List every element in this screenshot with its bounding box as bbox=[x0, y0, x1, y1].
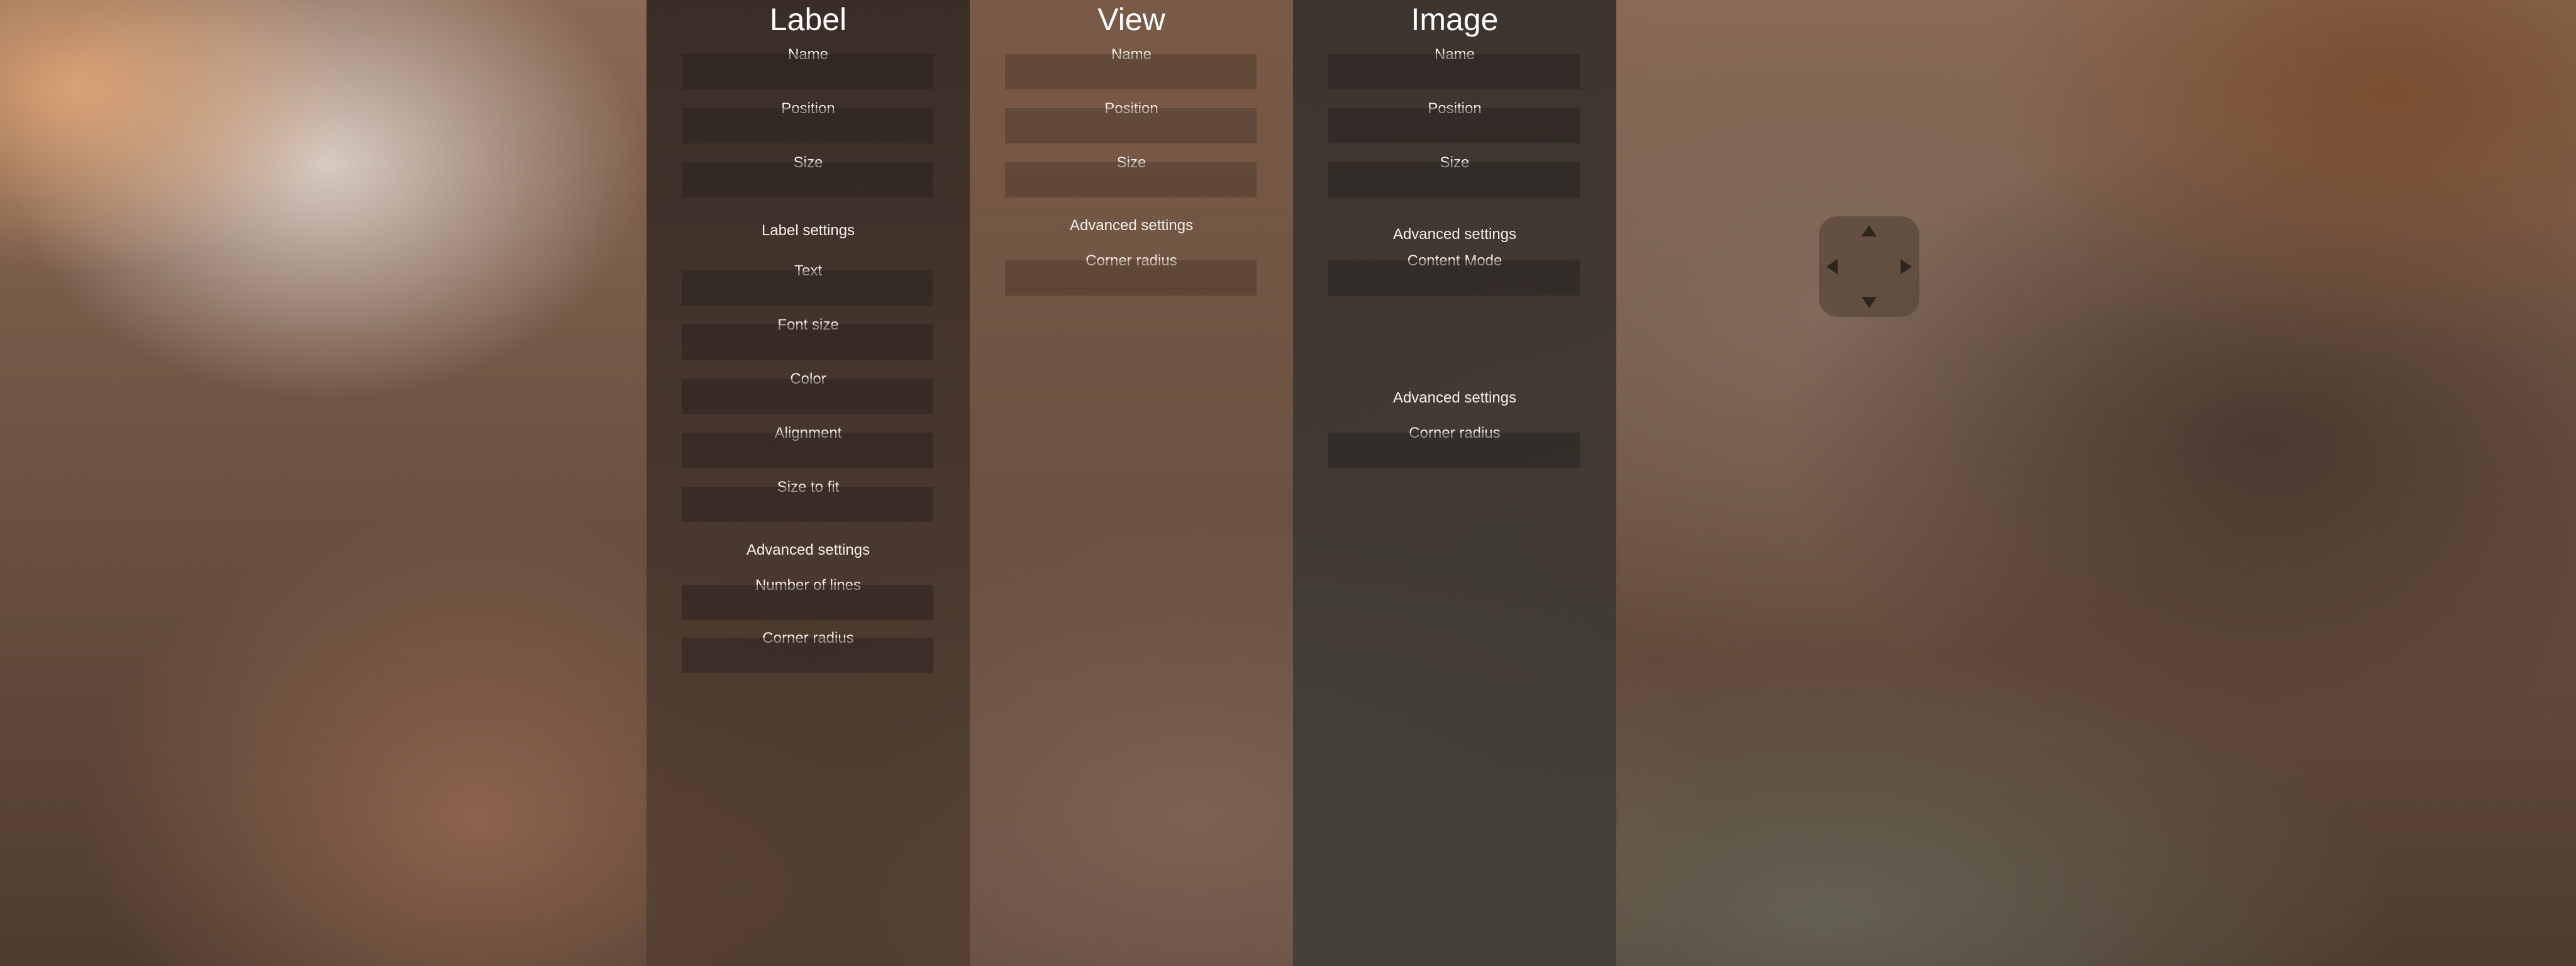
direction-pad bbox=[1819, 216, 1919, 317]
font-size-field[interactable] bbox=[682, 325, 933, 360]
section-heading-advanced-settings-2: Advanced settings bbox=[1392, 389, 1517, 406]
arrow-down-icon[interactable] bbox=[1862, 297, 1877, 308]
alignment-field[interactable] bbox=[682, 433, 933, 468]
position-field[interactable] bbox=[682, 108, 933, 143]
panel-title: Label bbox=[769, 2, 847, 37]
section-heading-advanced-settings: Advanced settings bbox=[746, 541, 870, 558]
image-inspector-panel: Image Name Position Size Advanced settin… bbox=[1293, 0, 1616, 966]
arrow-left-icon[interactable] bbox=[1826, 259, 1838, 274]
name-field[interactable] bbox=[1328, 54, 1580, 89]
name-field[interactable] bbox=[1005, 54, 1257, 89]
size-to-fit-field[interactable] bbox=[682, 487, 933, 522]
panel-title: Image bbox=[1411, 2, 1499, 37]
arrow-up-icon[interactable] bbox=[1862, 225, 1877, 236]
name-field[interactable] bbox=[682, 54, 933, 89]
content-mode-field[interactable] bbox=[1328, 260, 1580, 296]
section-heading-label-settings: Label settings bbox=[761, 222, 855, 239]
number-of-lines-field[interactable] bbox=[682, 585, 933, 620]
section-heading-advanced-settings: Advanced settings bbox=[1392, 226, 1517, 243]
arrow-right-icon[interactable] bbox=[1901, 259, 1912, 274]
corner-radius-field[interactable] bbox=[1328, 433, 1580, 468]
editor-canvas: Label Name Position Size Label settings … bbox=[0, 0, 2576, 966]
size-field[interactable] bbox=[1328, 162, 1580, 197]
position-field[interactable] bbox=[1005, 108, 1257, 143]
position-field[interactable] bbox=[1328, 108, 1580, 143]
color-field[interactable] bbox=[682, 379, 933, 414]
text-field[interactable] bbox=[682, 270, 933, 306]
corner-radius-field[interactable] bbox=[1005, 260, 1257, 296]
label-inspector-panel: Label Name Position Size Label settings … bbox=[647, 0, 970, 966]
size-field[interactable] bbox=[682, 162, 933, 197]
panel-title: View bbox=[1097, 2, 1165, 37]
corner-radius-field[interactable] bbox=[682, 638, 933, 673]
view-inspector-panel: View Name Position Size Advanced setting… bbox=[970, 0, 1293, 966]
section-heading-advanced-settings: Advanced settings bbox=[1069, 217, 1194, 234]
size-field[interactable] bbox=[1005, 162, 1257, 197]
